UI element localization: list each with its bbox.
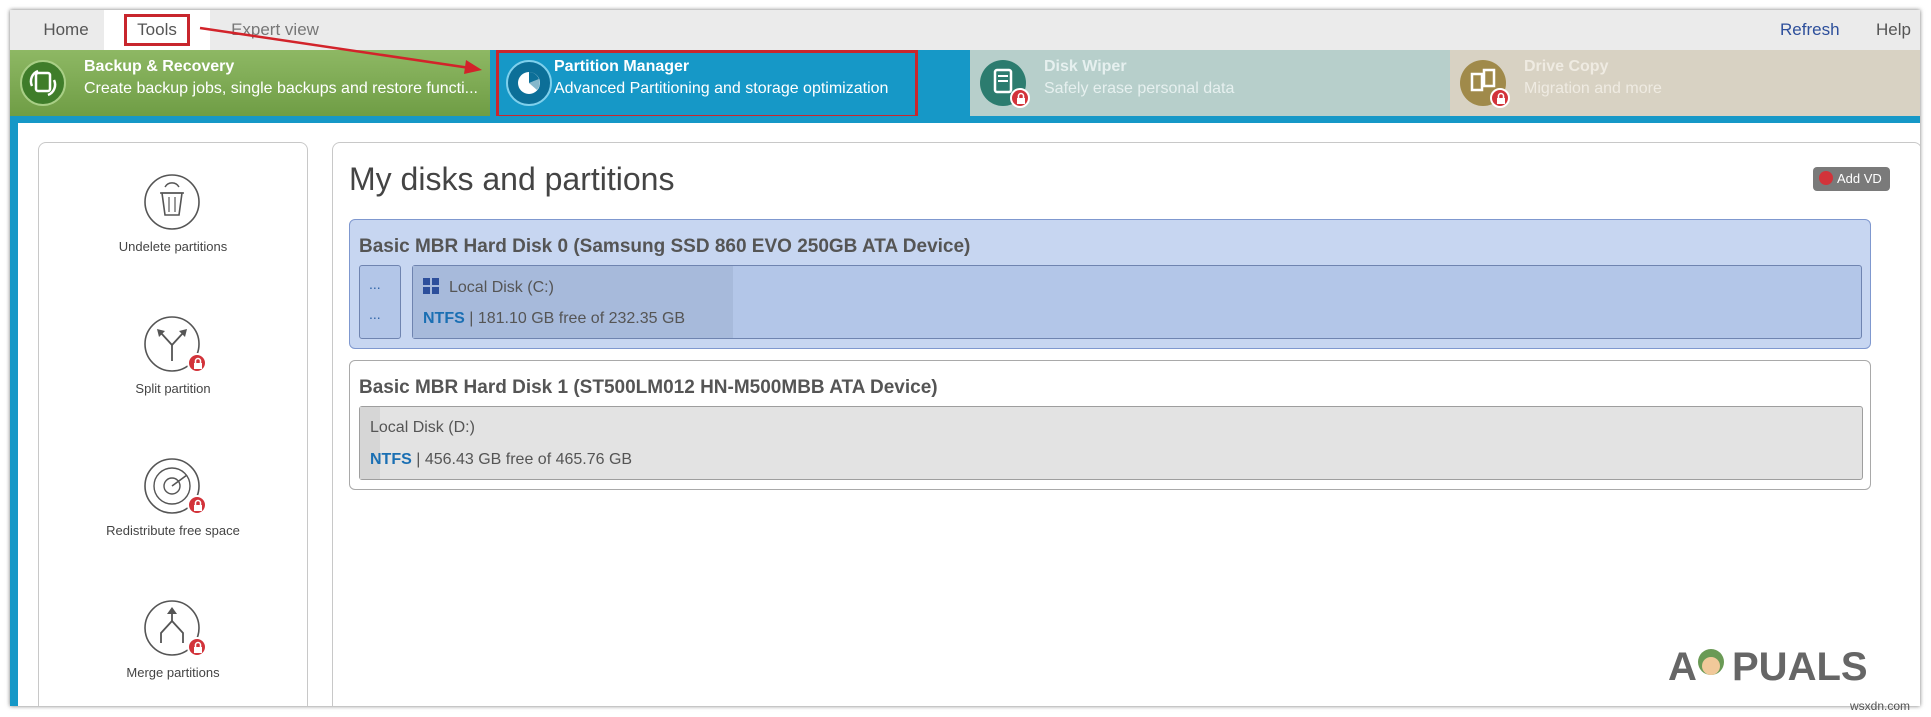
- accent-bar: [10, 116, 1920, 123]
- disks-panel: My disks and partitions Add VD Basic MBR…: [332, 142, 1920, 706]
- lock-icon: [187, 353, 207, 373]
- app-window: Home Tools Expert view Refresh Help Back…: [10, 10, 1920, 706]
- tile-disk-wiper[interactable]: Disk Wiper Safely erase personal data: [970, 50, 1450, 116]
- partition-d[interactable]: Local Disk (D:) NTFS | 456.43 GB free of…: [359, 406, 1863, 480]
- tile-title: Partition Manager: [554, 58, 690, 75]
- lock-icon: [1490, 88, 1510, 108]
- disk-0[interactable]: Basic MBR Hard Disk 0 (Samsung SSD 860 E…: [349, 219, 1871, 349]
- partition-reserved[interactable]: ... ...: [359, 265, 401, 339]
- add-vd-button[interactable]: Add VD: [1813, 167, 1890, 191]
- action-panel: Undelete partitions Split partition Redi…: [38, 142, 308, 706]
- windows-icon: [423, 278, 439, 294]
- tile-drive-copy[interactable]: Drive Copy Migration and more: [1450, 50, 1920, 116]
- tile-title: Drive Copy: [1524, 58, 1609, 75]
- lock-icon: [187, 637, 207, 657]
- filesystem-label: NTFS: [370, 451, 412, 468]
- refresh-link[interactable]: Refresh: [1780, 10, 1840, 50]
- partition-info: NTFS | 181.10 GB free of 232.35 GB: [423, 310, 685, 328]
- help-link[interactable]: Help: [1876, 10, 1911, 50]
- undelete-icon: [144, 174, 200, 230]
- action-label: Undelete partitions: [118, 239, 228, 254]
- page-title: My disks and partitions: [349, 161, 675, 197]
- partition-name: Local Disk (D:): [370, 419, 475, 436]
- partition-c[interactable]: Local Disk (C:) NTFS | 181.10 GB free of…: [412, 265, 1862, 339]
- tile-subtitle: Safely erase personal data: [1044, 80, 1235, 97]
- tile-subtitle: Advanced Partitioning and storage optimi…: [554, 80, 889, 97]
- site-credit: wsxdn.com: [1850, 699, 1911, 713]
- partition-info: NTFS | 456.43 GB free of 465.76 GB: [370, 451, 632, 469]
- free-space-text: | 181.10 GB free of 232.35 GB: [469, 310, 686, 327]
- lock-icon: [1010, 88, 1030, 108]
- disk-title: Basic MBR Hard Disk 1 (ST500LM012 HN-M50…: [359, 377, 938, 398]
- disk-title: Basic MBR Hard Disk 0 (Samsung SSD 860 E…: [359, 236, 971, 257]
- filesystem-label: NTFS: [423, 310, 465, 327]
- partition-manager-icon: [506, 60, 552, 106]
- partition-dots: ...: [369, 306, 381, 322]
- add-vd-label: Add VD: [1837, 171, 1882, 186]
- annotation-arrow: [199, 26, 482, 74]
- action-label: Split partition: [135, 381, 211, 396]
- action-label: Merge partitions: [126, 665, 220, 680]
- lock-icon: [187, 495, 207, 515]
- svg-text:A: A: [1668, 645, 1697, 689]
- action-label: Redistribute free space: [106, 523, 240, 538]
- appuals-logo: A PUALS: [1668, 645, 1868, 689]
- disk-1[interactable]: Basic MBR Hard Disk 1 (ST500LM012 HN-M50…: [349, 360, 1871, 490]
- partition-name: Local Disk (C:): [423, 278, 554, 297]
- svg-text:PUALS: PUALS: [1732, 645, 1868, 689]
- lock-icon: [1819, 171, 1833, 185]
- free-space-text: | 456.43 GB free of 465.76 GB: [416, 451, 633, 468]
- partition-dots: ...: [369, 276, 381, 292]
- tile-partition-manager[interactable]: Partition Manager Advanced Partitioning …: [490, 50, 970, 116]
- partition-name-text: Local Disk (C:): [449, 279, 554, 296]
- tile-title: Disk Wiper: [1044, 58, 1127, 75]
- tile-subtitle: Migration and more: [1524, 80, 1662, 97]
